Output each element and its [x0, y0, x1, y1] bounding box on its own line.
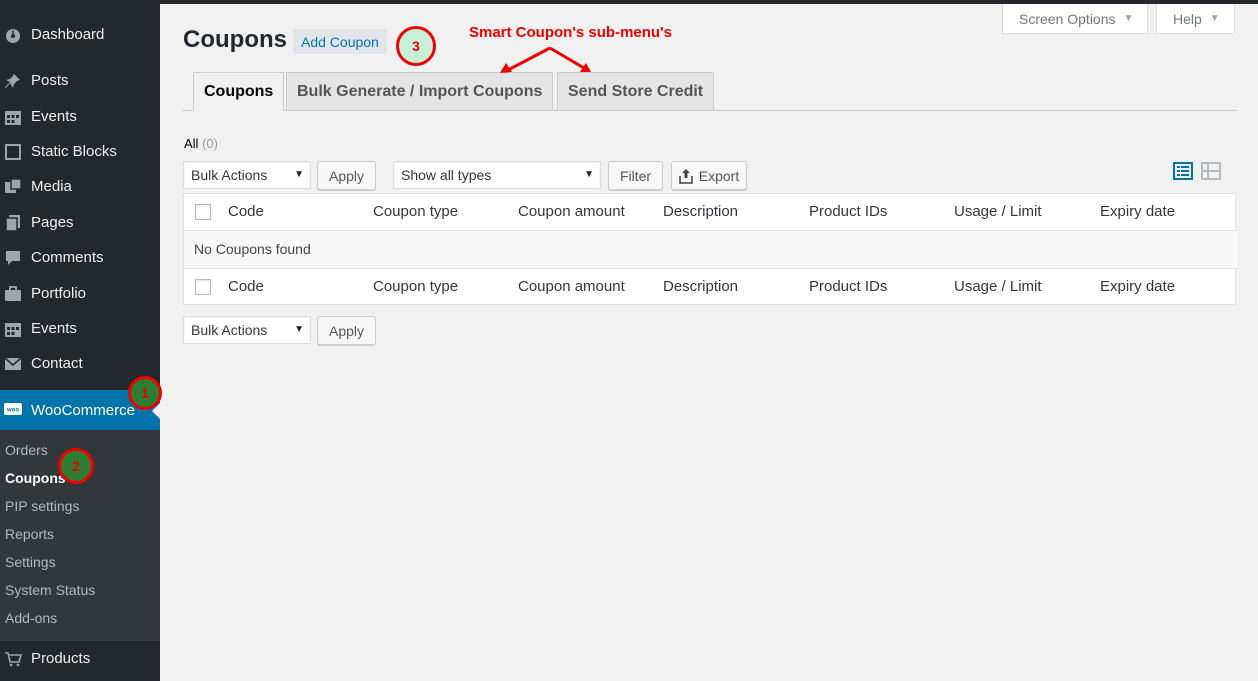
menu-label: Pages [31, 214, 74, 231]
column-coupon-amount: Coupon amount [518, 203, 625, 220]
help-label: Help [1173, 10, 1202, 27]
bulk-actions-select-top[interactable]: Bulk Actions ▼ [183, 161, 311, 189]
svg-text:woo: woo [6, 408, 19, 414]
submenu-settings[interactable]: Settings [5, 554, 56, 570]
bulk-actions-value: Bulk Actions [191, 167, 268, 183]
column-coupon-amount: Coupon amount [518, 278, 625, 295]
annotation-callout-3: 3 [396, 26, 436, 66]
admin-sidebar: Dashboard Posts Events Static Blocks Med… [0, 0, 160, 681]
export-button[interactable]: Export [671, 161, 747, 190]
page-title: Coupons [183, 26, 287, 53]
menu-item-products[interactable]: Products [0, 641, 160, 676]
media-icon [3, 177, 23, 196]
dropdown-arrow-icon: ▼ [584, 169, 594, 180]
annotation-callout-2: 2 [58, 448, 94, 484]
column-usage-limit: Usage / Limit [954, 203, 1042, 220]
menu-label: Portfolio [31, 285, 87, 302]
dashboard-icon [3, 26, 23, 44]
add-coupon-button[interactable]: Add Coupon [293, 29, 387, 54]
column-expiry-date: Expiry date [1100, 278, 1176, 295]
caret-down-icon: ▼ [1209, 13, 1220, 24]
excerpt-view-icon[interactable] [1201, 161, 1221, 181]
menu-item-comments[interactable]: Comments [0, 240, 160, 275]
menu-label: Posts [31, 72, 69, 89]
submenu-reports[interactable]: Reports [5, 526, 54, 542]
menu-label: Dashboard [31, 26, 105, 43]
filter-all-link[interactable]: All (0) [184, 136, 218, 151]
menu-item-media[interactable]: Media [0, 169, 160, 204]
menu-label: Events [31, 108, 77, 125]
pages-icon [3, 214, 23, 232]
column-coupon-type: Coupon type [373, 203, 459, 220]
submenu-pip-settings[interactable]: PIP settings [5, 498, 79, 514]
apply-button-bottom[interactable]: Apply [317, 316, 376, 345]
menu-label: Events [31, 320, 77, 337]
menu-item-portfolio[interactable]: Portfolio [0, 276, 160, 311]
menu-item-events[interactable]: Events [0, 99, 160, 134]
submenu-coupons[interactable]: Coupons [5, 470, 66, 486]
all-count: (0) [202, 136, 218, 151]
column-product-ids: Product IDs [809, 278, 888, 295]
annotation-note: Smart Coupon's sub-menu's [469, 24, 672, 41]
coupons-table: Code Coupon type Coupon amount Descripti… [183, 193, 1237, 305]
menu-label: Comments [31, 249, 104, 266]
tab-coupons[interactable]: Coupons [193, 72, 285, 111]
cart-icon [3, 650, 23, 668]
menu-label: WooCommerce [31, 401, 135, 419]
envelope-icon [3, 355, 23, 373]
dropdown-arrow-icon: ▼ [294, 169, 304, 180]
pushpin-icon [3, 72, 23, 90]
export-icon [678, 168, 693, 184]
menu-label: Products [31, 650, 91, 667]
briefcase-icon [3, 285, 23, 303]
comment-icon [3, 249, 23, 267]
empty-table-message: No Coupons found [184, 231, 1237, 268]
submenu-add-ons[interactable]: Add-ons [5, 610, 57, 626]
column-usage-limit: Usage / Limit [954, 278, 1042, 295]
table-footer: Code Coupon type Coupon amount Descripti… [184, 268, 1237, 305]
export-label: Export [698, 167, 740, 184]
select-all-checkbox-bottom[interactable] [195, 279, 211, 295]
column-description: Description [663, 203, 739, 220]
menu-item-contact[interactable]: Contact [0, 346, 160, 381]
screen-options-button[interactable]: Screen Options ▼ [1002, 4, 1149, 34]
annotation-callout-1: 1 [128, 376, 162, 410]
calendar-icon [3, 108, 23, 126]
woo-icon: woo [3, 401, 23, 419]
menu-item-static-blocks[interactable]: Static Blocks [0, 134, 160, 169]
square-icon [3, 143, 23, 161]
filter-button[interactable]: Filter [608, 161, 663, 190]
screen-options-label: Screen Options [1019, 10, 1116, 27]
menu-item-posts[interactable]: Posts [0, 63, 160, 98]
bulk-actions-select-bottom[interactable]: Bulk Actions ▼ [183, 316, 311, 344]
list-view-icon[interactable] [1173, 161, 1193, 181]
column-coupon-type: Coupon type [373, 278, 459, 295]
coupon-type-value: Show all types [401, 167, 492, 183]
menu-item-dashboard[interactable]: Dashboard [0, 17, 160, 52]
menu-item-pages[interactable]: Pages [0, 205, 160, 240]
apply-button-top[interactable]: Apply [317, 161, 376, 190]
help-button[interactable]: Help ▼ [1156, 4, 1235, 34]
dropdown-arrow-icon: ▼ [294, 324, 304, 335]
column-description: Description [663, 278, 739, 295]
column-expiry-date: Expiry date [1100, 203, 1176, 220]
calendar-icon [3, 320, 23, 338]
menu-item-events-2[interactable]: Events [0, 311, 160, 346]
table-header: Code Coupon type Coupon amount Descripti… [184, 194, 1237, 231]
bulk-actions-value: Bulk Actions [191, 322, 268, 338]
menu-label: Static Blocks [31, 143, 117, 160]
annotation-arrows [500, 46, 591, 73]
submenu-system-status[interactable]: System Status [5, 582, 95, 598]
coupon-type-select[interactable]: Show all types ▼ [393, 161, 601, 189]
column-code[interactable]: Code [228, 203, 264, 220]
all-label: All [184, 136, 199, 151]
submenu-orders[interactable]: Orders [5, 442, 48, 458]
menu-label: Media [31, 178, 72, 195]
column-product-ids: Product IDs [809, 203, 888, 220]
column-code[interactable]: Code [228, 278, 264, 295]
caret-down-icon: ▼ [1123, 13, 1134, 24]
select-all-checkbox[interactable] [195, 204, 211, 220]
menu-label: Contact [31, 355, 83, 372]
main-content: Screen Options ▼ Help ▼ Coupons Add Coupon… [160, 0, 1258, 681]
